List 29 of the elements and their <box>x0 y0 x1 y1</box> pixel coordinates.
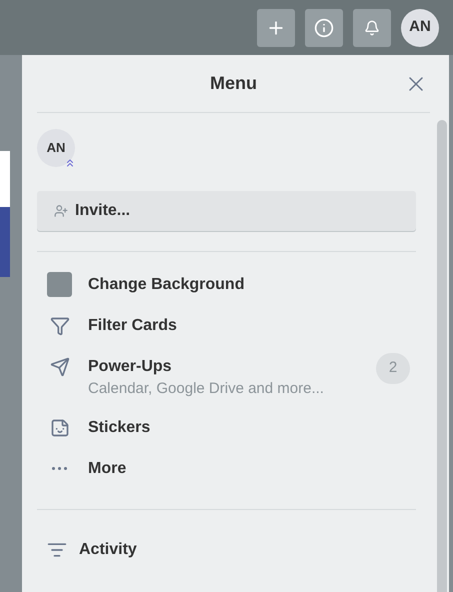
add-person-icon <box>54 204 68 218</box>
add-button[interactable] <box>257 8 295 46</box>
menu-item-label: More <box>88 459 126 479</box>
filter-icon <box>50 316 70 336</box>
member-avatar[interactable]: AN <box>37 129 75 167</box>
invite-button[interactable]: Invite... <box>37 191 416 231</box>
sticker-icon <box>50 418 70 438</box>
menu-item-subtitle: Calendar, Google Drive and more... <box>88 379 324 399</box>
menu-item[interactable]: Filter Cards <box>37 313 416 338</box>
menu-item[interactable]: Stickers <box>37 415 416 440</box>
more-icon <box>52 467 67 470</box>
activity-label: Activity <box>79 540 137 560</box>
bell-button[interactable] <box>353 8 391 46</box>
menu-item[interactable]: Change Background <box>37 272 416 297</box>
bell-icon <box>364 20 380 36</box>
info-icon <box>314 18 334 38</box>
menu-item[interactable]: More <box>37 456 416 481</box>
board-list-footer <box>0 207 10 277</box>
menu-item-label: Power-Ups <box>88 357 173 377</box>
menu-item[interactable]: Power-Ups Calendar, Google Drive and more... 2 <box>37 354 416 399</box>
avatar-button[interactable]: AN <box>401 8 439 46</box>
menu-item-label: Stickers <box>88 418 150 438</box>
info-button[interactable] <box>305 8 343 46</box>
board-list <box>0 151 10 207</box>
activity-item[interactable]: Activity <box>37 538 416 562</box>
menu-item-label: Filter Cards <box>88 316 177 336</box>
menu-item-label: Change Background <box>88 275 244 295</box>
count-badge: 2 <box>376 353 410 384</box>
menu-title: Menu <box>210 72 257 95</box>
